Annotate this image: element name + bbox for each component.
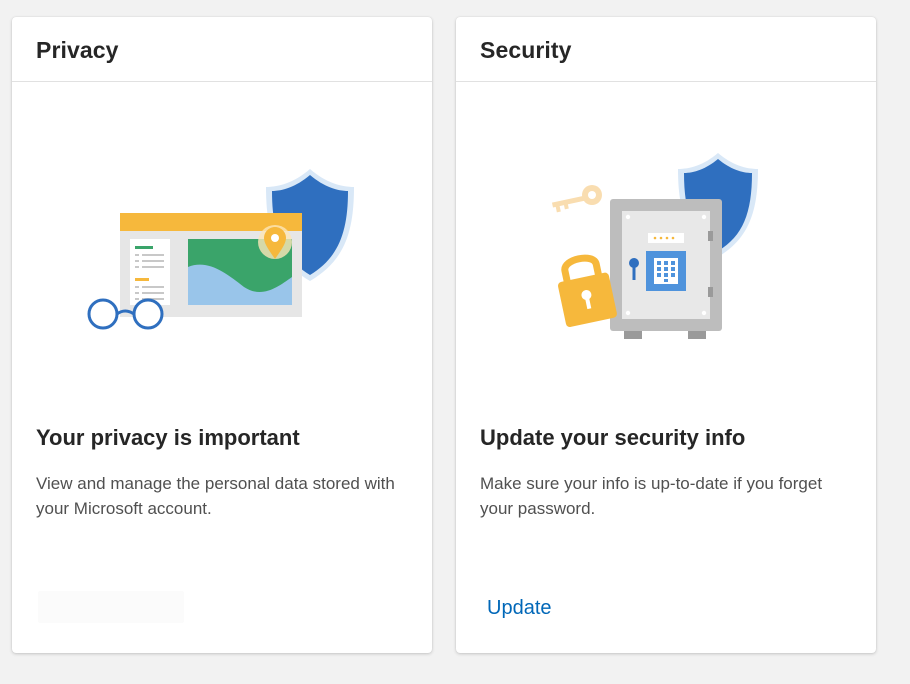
map-pin-icon <box>258 225 292 259</box>
security-card: Security Update your security info Make … <box>456 17 876 653</box>
security-card-title: Security <box>480 37 572 63</box>
update-security-link[interactable]: Update <box>487 597 552 620</box>
privacy-description: View and manage the personal data stored… <box>36 474 395 518</box>
security-illustration <box>456 83 876 413</box>
security-heading: Update your security info <box>480 425 746 450</box>
security-description: Make sure your info is up-to-date if you… <box>480 474 823 518</box>
privacy-card: Privacy Your privacy is important View a… <box>12 17 432 653</box>
padlock-icon <box>557 254 617 328</box>
privacy-illustration <box>12 83 432 413</box>
privacy-action-placeholder <box>38 591 184 623</box>
privacy-card-header: Privacy <box>12 17 432 82</box>
security-card-header: Security <box>456 17 876 82</box>
key-icon <box>551 185 602 213</box>
privacy-heading: Your privacy is important <box>36 425 300 450</box>
keypad-icon <box>646 251 686 291</box>
privacy-card-title: Privacy <box>36 37 119 63</box>
